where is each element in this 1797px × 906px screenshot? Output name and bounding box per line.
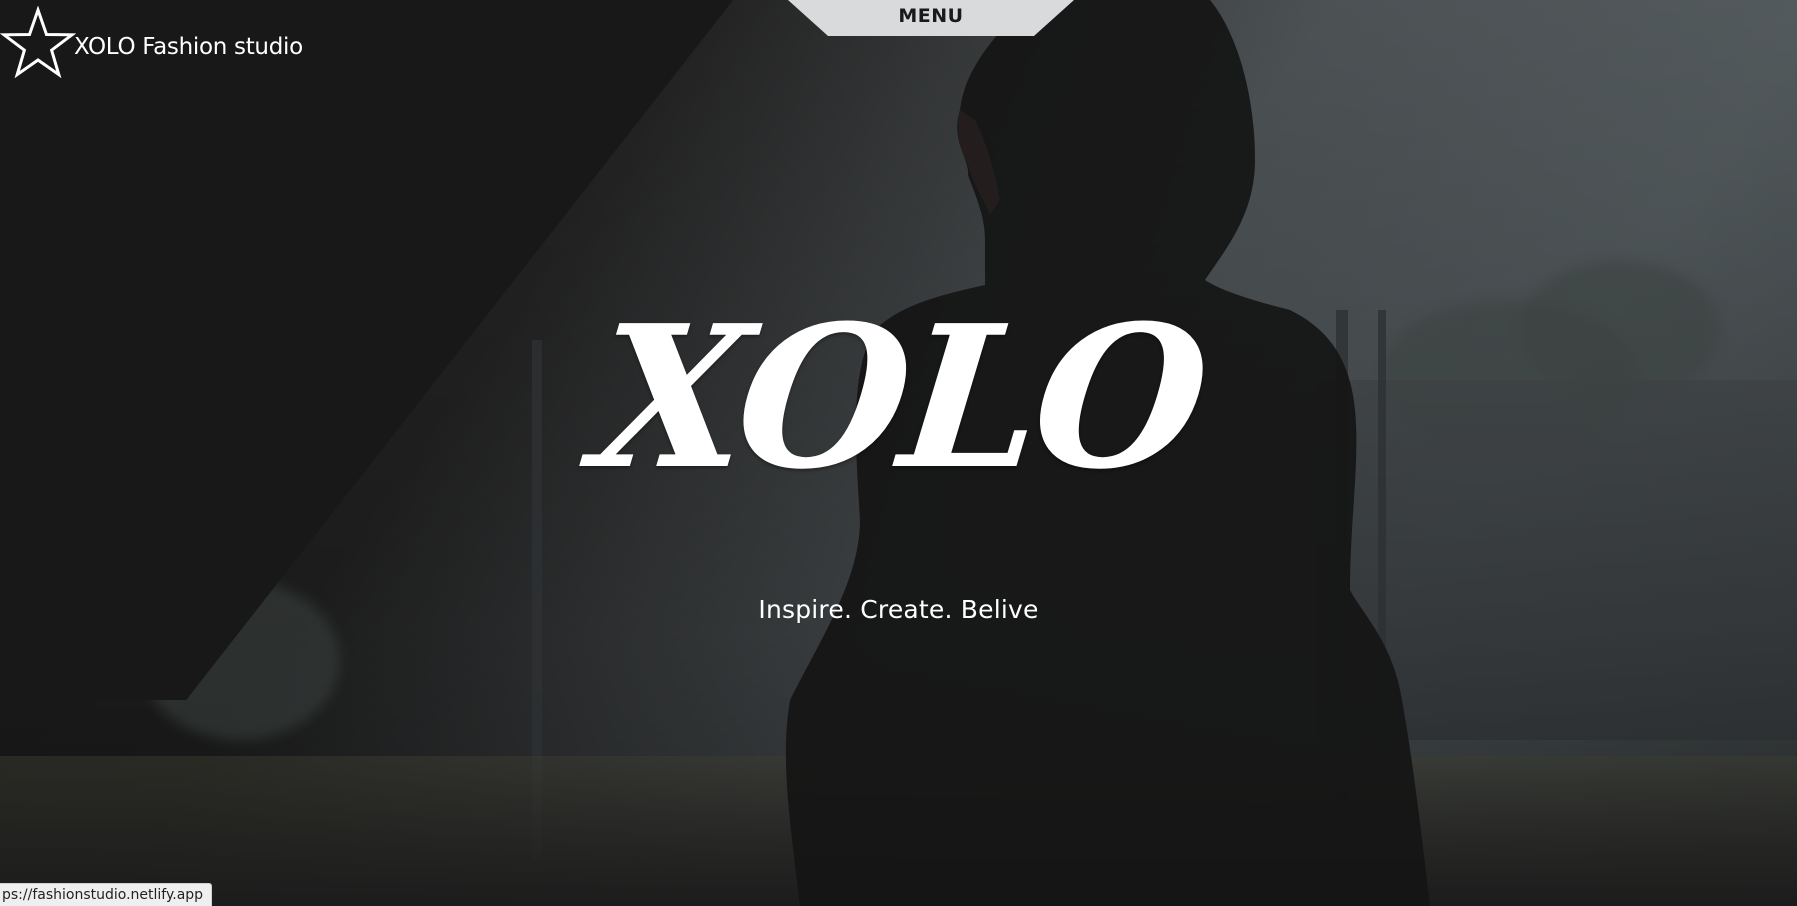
hero-tagline: Inspire. Create. Belive [758, 595, 1039, 624]
star-outline-icon [0, 6, 76, 79]
hero-title: XOLO [584, 283, 1213, 513]
menu-button[interactable]: MENU [788, 0, 1074, 36]
logo-link[interactable]: XOLO Fashion studio [0, 6, 303, 82]
status-bar-url: ps://fashionstudio.netlify.app [0, 883, 213, 906]
menu-label: MENU [898, 5, 964, 27]
hero-section: MENU XOLO Fashion studio XOLO Inspire. C… [0, 0, 1797, 906]
logo-text: XOLO Fashion studio [74, 34, 303, 60]
